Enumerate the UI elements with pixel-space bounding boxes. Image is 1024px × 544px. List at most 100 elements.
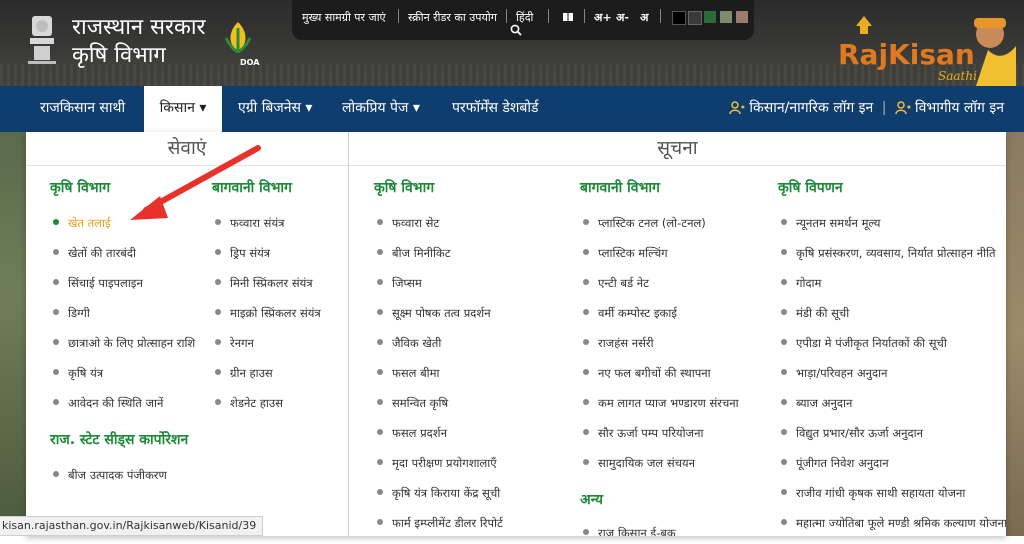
theme-dark-swatch[interactable] [688, 11, 702, 25]
department-login-link[interactable]: विभागीय लॉग इन [915, 100, 1004, 116]
list-item[interactable]: महात्मा ज्योतिबा फूले मण्डी श्रमिक कल्या… [780, 514, 1006, 544]
info-market-title: कृषि विपणन [778, 180, 843, 196]
rajkisan-sub-wordmark: Saathi [938, 69, 977, 83]
services-horti-title: बागवानी विभाग [212, 180, 292, 196]
rajkisan-saathi-logo[interactable]: RajKisan Saathi [838, 16, 1018, 86]
list-item[interactable]: नए फल बगीचों की स्थापना [582, 364, 739, 394]
list-item[interactable]: भाड़ा/परिवहन अनुदान [780, 364, 1006, 394]
list-item[interactable]: खेतों की तारबंदी [52, 244, 195, 274]
list-item[interactable]: सिंचाई पाइपलाइन [52, 274, 195, 304]
theme-brown-swatch[interactable] [736, 11, 748, 23]
font-decrease-button[interactable]: अ- [616, 10, 629, 25]
font-normal-button[interactable]: अ [640, 10, 648, 25]
list-item[interactable]: समन्वित कृषि [376, 394, 503, 424]
list-item[interactable]: मृदा परीक्षण प्रयोगशालाएँ [376, 454, 503, 484]
list-item[interactable]: कृषि यंत्र [52, 364, 195, 394]
list-item[interactable]: ड्रिप संयंत्र [214, 244, 321, 274]
skip-to-content-link[interactable]: मुख्य सामग्री पर जाएं [302, 10, 386, 25]
list-item[interactable]: फार्म इम्प्लीमेंट डीलर रिपोर्ट [376, 514, 503, 544]
list-item[interactable]: एन्टी बर्ड नेट [582, 274, 739, 304]
list-item[interactable]: राजहंस नर्सरी [582, 334, 739, 364]
theme-green-swatch[interactable] [704, 11, 716, 23]
font-increase-button[interactable]: अ+ [594, 10, 612, 25]
main-navbar: राजकिसान साथी किसान ▾ एग्री बिजनेस ▾ लोक… [0, 86, 1024, 132]
language-hindi-link[interactable]: हिंदी [516, 10, 533, 25]
title-line-2: कृषि विभाग [72, 43, 166, 68]
separator: | [881, 100, 887, 116]
list-item[interactable]: एपीडा मे पंजीकृत निर्यातकों की सूची [780, 334, 1006, 364]
list-item[interactable]: फव्वारा संयंत्र [214, 214, 321, 244]
separator [506, 9, 507, 23]
info-other-title: अन्य [580, 492, 603, 508]
list-item[interactable]: बीज मिनीकिट [376, 244, 503, 274]
info-market-list: न्यूनतम समर्थन मूल्य कृषि प्रसंस्करण, व्… [780, 214, 1006, 544]
info-horti-list: प्लास्टिक टनल (लो-टनल) प्लास्टिक मल्चिंग… [582, 214, 739, 484]
list-item[interactable]: कम लागत प्याज भण्डारण संरचना [582, 394, 739, 424]
title-line-1: राजस्थान सरकार [72, 15, 206, 40]
list-item[interactable]: सूक्ष्म पोषक तत्व प्रदर्शन [376, 304, 503, 334]
login-links: किसान/नागरिक लॉग इन | विभागीय लॉग इन [729, 86, 1004, 132]
nav-rajkisan-saathi[interactable]: राजकिसान साथी [40, 86, 125, 132]
screen-reader-link[interactable]: स्क्रीन रीडर का उपयोग [408, 10, 497, 25]
list-item[interactable]: मिनी स्प्रिंकलर संयंत्र [214, 274, 321, 304]
theme-olive-swatch[interactable] [720, 11, 732, 23]
list-item[interactable]: प्लास्टिक मल्चिंग [582, 244, 739, 274]
list-item[interactable]: शेडनेट हाउस [214, 394, 321, 424]
services-seeds-title: राज. स्टेट सीड्स कार्पोरेशन [50, 432, 189, 448]
list-item[interactable]: फसल प्रदर्शन [376, 424, 503, 454]
search-icon[interactable] [510, 24, 522, 36]
list-item[interactable]: राज किसान ई-बुक [582, 524, 676, 536]
info-krishi-list: फव्वारा सेट बीज मिनीकिट जिप्सम सूक्ष्म प… [376, 214, 503, 544]
list-item-khet-talai[interactable]: खेत तलाई [52, 214, 195, 244]
doa-label: DOA [240, 58, 260, 67]
separator [660, 9, 661, 23]
list-item[interactable]: जैविक खेती [376, 334, 503, 364]
list-item[interactable]: न्यूनतम समर्थन मूल्य [780, 214, 1006, 244]
information-heading: सूचना [657, 137, 698, 159]
nav-kisan[interactable]: किसान ▾ [144, 86, 222, 132]
info-other-list: राज किसान ई-बुक [582, 524, 676, 536]
separator [548, 9, 549, 23]
list-item[interactable]: कृषि प्रसंस्करण, व्यवसाय, निर्यात प्रोत्… [780, 244, 1006, 274]
list-item[interactable]: डिग्गी [52, 304, 195, 334]
separator [584, 9, 585, 23]
user-login-icon [729, 101, 746, 115]
department-title[interactable]: राजस्थान सरकार कृषि विभाग [72, 14, 206, 70]
heading-divider [26, 165, 1006, 166]
list-item[interactable]: आवेदन की स्थिति जानें [52, 394, 195, 424]
background-image-left [0, 132, 26, 536]
list-item[interactable]: सामुदायिक जल संचयन [582, 454, 739, 484]
citizen-login-link[interactable]: किसान/नागरिक लॉग इन [749, 100, 873, 116]
list-item[interactable]: ब्याज अनुदान [780, 394, 1006, 424]
info-horti-title: बागवानी विभाग [580, 180, 660, 196]
list-item[interactable]: प्लास्टिक टनल (लो-टनल) [582, 214, 739, 244]
kisan-mega-menu: सेवाएं सूचना कृषि विभाग खेत तलाई खेतों क… [26, 132, 1006, 536]
list-item[interactable]: रेनगन [214, 334, 321, 364]
list-item[interactable]: फसल बीमा [376, 364, 503, 394]
list-item[interactable]: वर्मी कम्पोस्ट इकाई [582, 304, 739, 334]
list-item[interactable]: जिप्सम [376, 274, 503, 304]
theme-black-swatch[interactable] [672, 11, 686, 25]
list-item[interactable]: छात्राओ के लिए प्रोत्साहन राशि [52, 334, 195, 364]
nav-agri-business[interactable]: एग्री बिजनेस ▾ [238, 86, 312, 132]
list-item[interactable]: गोदाम [780, 274, 1006, 304]
list-item[interactable]: राजीव गांधी कृषक साथी सहायता योजना [780, 484, 1006, 514]
accessibility-bar: मुख्य सामग्री पर जाएं स्क्रीन रीडर का उप… [292, 0, 754, 40]
nav-popular-pages[interactable]: लोकप्रिय पेज ▾ [342, 86, 420, 132]
list-item[interactable]: बीज उत्पादक पंजीकरण [52, 466, 167, 496]
nav-performance-dashboard[interactable]: परफॉर्मेंस डेशबोर्ड [452, 86, 539, 132]
list-item[interactable]: कृषि यंत्र किराया केंद्र सूची [376, 484, 503, 514]
list-item[interactable]: फव्वारा सेट [376, 214, 503, 244]
services-heading: सेवाएं [167, 137, 207, 159]
list-item[interactable]: पूंजीगत निवेश अनुदान [780, 454, 1006, 484]
book-icon[interactable] [562, 11, 574, 23]
department-login-icon [895, 101, 911, 115]
list-item[interactable]: मंडी की सूची [780, 304, 1006, 334]
services-seeds-list: बीज उत्पादक पंजीकरण [52, 466, 167, 496]
list-item[interactable]: सौर ऊर्जा पम्प परियोजना [582, 424, 739, 454]
separator [398, 9, 399, 23]
list-item[interactable]: विद्युत प्रभार/सौर ऊर्जा अनुदान [780, 424, 1006, 454]
list-item[interactable]: ग्रीन हाउस [214, 364, 321, 394]
list-item[interactable]: माइक्रो स्प्रिंकलर संयंत्र [214, 304, 321, 334]
column-divider [348, 132, 349, 536]
